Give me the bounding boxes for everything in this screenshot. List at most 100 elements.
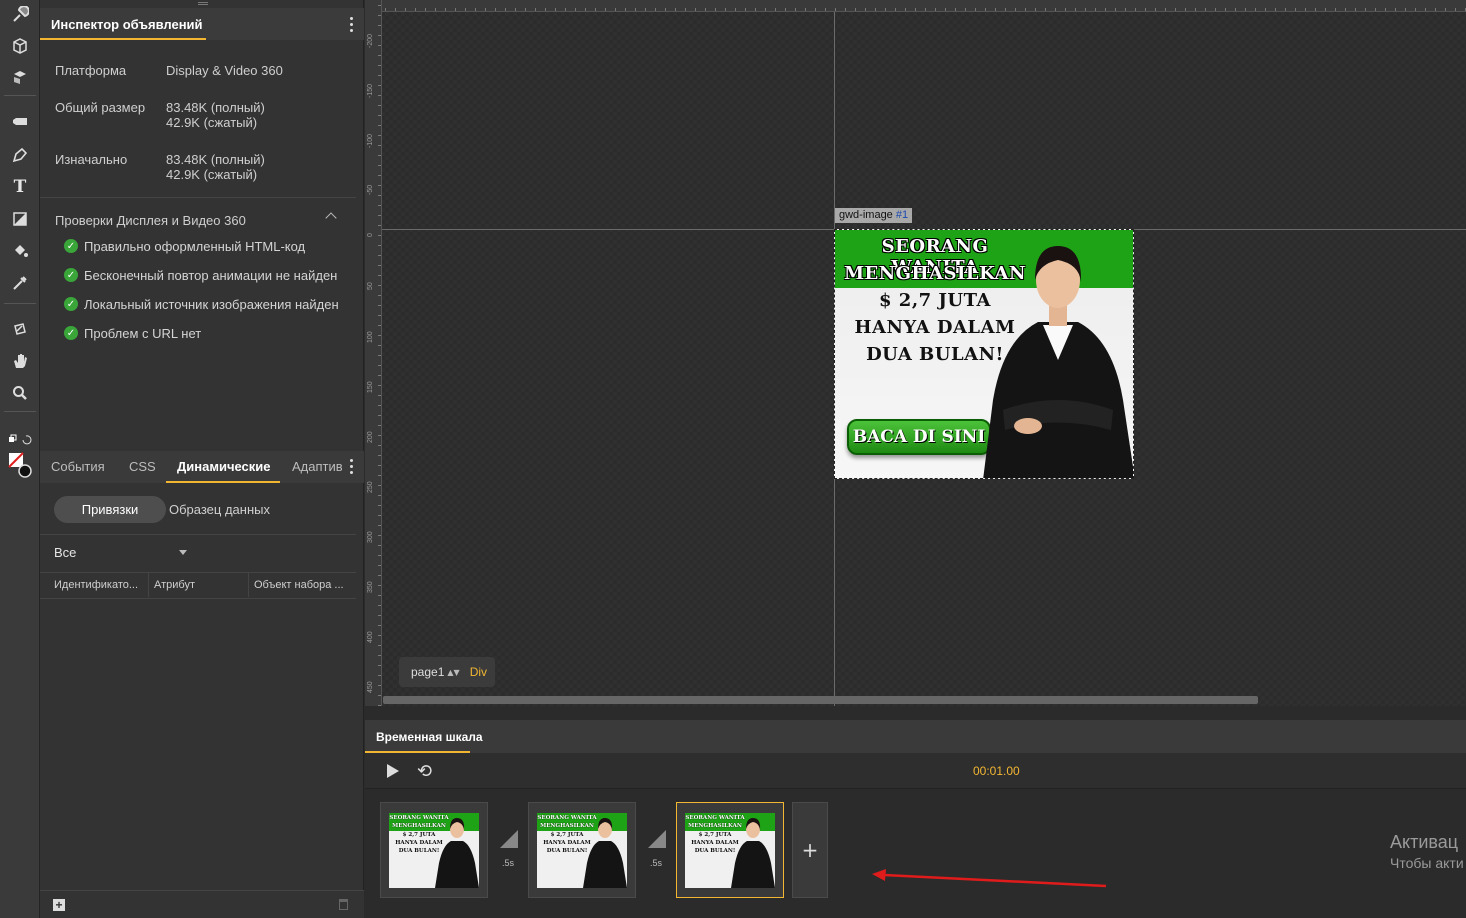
column-header-id[interactable]: Идентификато... — [54, 579, 138, 591]
brush-tool-icon[interactable] — [6, 2, 34, 28]
check-circle-icon: ✓ — [64, 239, 78, 253]
shape-tool-icon[interactable] — [6, 206, 34, 232]
keyframe-thumbnail-selected[interactable]: SEORANG WANITA MENGHASILKAN $ 2,7 JUTA H… — [676, 802, 784, 898]
transition-duration[interactable]: .5s — [650, 858, 662, 868]
keyframe-thumbnail[interactable]: SEORANG WANITA MENGHASILKAN $ 2,7 JUTA H… — [528, 802, 636, 898]
keyframe-thumbnail[interactable]: SEORANG WANITA MENGHASILKAN $ 2,7 JUTA H… — [380, 802, 488, 898]
check-circle-icon: ✓ — [64, 268, 78, 282]
chevron-up-icon[interactable] — [325, 212, 337, 224]
3d-object-icon[interactable] — [6, 33, 34, 59]
inspector-panel: Инспектор объявлений Платформа Display &… — [40, 0, 364, 918]
trash-icon[interactable] — [339, 899, 348, 910]
checks-section-title[interactable]: Проверки Дисплея и Видео 360 — [55, 213, 246, 228]
ruler-tick-label: 0 — [367, 233, 374, 237]
hand-tool-icon[interactable] — [6, 348, 34, 374]
timeline-frames: SEORANG WANITA MENGHASILKAN $ 2,7 JUTA H… — [365, 790, 1466, 918]
element-breadcrumb[interactable]: Div — [470, 665, 487, 679]
tab-dynamic[interactable]: Динамические — [177, 459, 271, 474]
fill-tool-icon[interactable] — [6, 238, 34, 264]
tools-toolbar: T — [0, 0, 40, 918]
platform-value: Display & Video 360 — [166, 63, 283, 78]
thumb-woman — [731, 818, 775, 888]
check-item-label: Проблем с URL нет — [84, 325, 202, 341]
ruler-tick-label: 200 — [367, 431, 374, 443]
initial-size-label: Изначально — [55, 152, 128, 167]
check-item: ✓ Бесконечный повтор анимации не найден — [64, 266, 337, 284]
ruler-vertical[interactable]: -200 -150 -100 -50 0 50 100 150 200 250 … — [365, 0, 382, 706]
check-item: ✓ Правильно оформленный HTML-код — [64, 237, 305, 255]
page-name: page1 — [411, 665, 445, 679]
ruler-tick-label: 150 — [367, 381, 374, 393]
design-stage[interactable]: -200 -150 -100 -50 0 50 100 150 200 250 … — [365, 0, 1466, 706]
active-tab-underline — [40, 38, 206, 40]
eyedropper-icon[interactable] — [6, 270, 34, 296]
properties-tabs: События CSS Динамические Адаптив — [40, 451, 364, 483]
inspector-title[interactable]: Инспектор объявлений — [51, 17, 203, 32]
ruler-tick-label: 300 — [367, 531, 374, 543]
element-tag-num: #1 — [895, 209, 909, 221]
section-divider — [40, 197, 356, 198]
transition-duration[interactable]: .5s — [502, 858, 514, 868]
text-tool-icon[interactable]: T — [6, 174, 34, 200]
total-size-label: Общий размер — [55, 100, 146, 115]
tab-timeline[interactable]: Временная шкала — [376, 730, 483, 744]
platform-label: Платформа — [55, 63, 127, 78]
frame-preview: SEORANG WANITA MENGHASILKAN $ 2,7 JUTA H… — [537, 813, 627, 888]
ruler-tick-label: 250 — [367, 481, 374, 493]
inspector-menu-icon[interactable] — [350, 17, 354, 33]
tab-responsive[interactable]: Адаптив — [292, 459, 342, 474]
zoom-icon[interactable] — [6, 380, 34, 406]
drag-handle[interactable] — [198, 2, 208, 5]
bindings-toggle[interactable]: Привязки — [54, 496, 166, 523]
check-circle-icon: ✓ — [64, 297, 78, 311]
swap-colors-icon[interactable] — [6, 426, 34, 452]
ruler-tick-label: 50 — [367, 282, 374, 290]
total-size-compressed: 42.9K (сжатый) — [166, 115, 258, 130]
tabs-menu-icon[interactable] — [350, 459, 354, 475]
panel-bottom-bar: + — [40, 890, 364, 918]
element-tag-name: gwd-image — [839, 209, 893, 221]
check-item-label: Бесконечный повтор анимации не найден — [84, 267, 338, 283]
3d-translate-icon[interactable] — [6, 316, 34, 342]
column-header-attribute[interactable]: Атрибут — [154, 579, 195, 591]
ruler-tick-label: 350 — [367, 581, 374, 593]
check-item: ✓ Проблем с URL нет — [64, 324, 201, 342]
ruler-tick-label: 450 — [367, 681, 374, 693]
app-window: T Инспектор объявлений Платформа Display… — [0, 0, 1466, 918]
chevron-down-icon[interactable] — [179, 550, 187, 555]
element-tag: gwd-image #1 — [835, 208, 913, 223]
check-item-label: Локальный источник изображения найден — [84, 296, 339, 312]
initial-size-full: 83.48K (полный) — [166, 152, 265, 167]
page-selector[interactable]: page1 ▲▼ Div — [399, 657, 495, 687]
play-icon[interactable] — [387, 764, 399, 778]
column-separator — [248, 573, 249, 597]
activation-watermark-title: Активац — [1390, 832, 1459, 852]
column-header-dataset[interactable]: Объект набора ... — [254, 579, 344, 591]
transition-icon[interactable] — [646, 828, 668, 850]
stage-scrollbar[interactable] — [383, 696, 1258, 704]
tag-tool-icon[interactable] — [6, 109, 34, 135]
add-icon[interactable]: + — [53, 899, 65, 911]
timeline-controls: ⟲ 00:01.00 — [365, 753, 1466, 789]
current-time: 00:01.00 — [973, 764, 1020, 778]
active-tab-underline — [166, 481, 280, 483]
sample-data-toggle[interactable]: Образец данных — [169, 502, 270, 517]
color-swatch-icon[interactable] — [6, 452, 34, 478]
ruler-horizontal[interactable] — [365, 0, 1466, 12]
tab-css[interactable]: CSS — [129, 459, 156, 474]
section-divider — [40, 572, 356, 573]
add-frame-button[interactable]: + — [792, 802, 828, 898]
transition-icon[interactable] — [498, 828, 520, 850]
tab-events[interactable]: События — [51, 459, 105, 474]
thumb-woman — [583, 818, 627, 888]
gwd-image-banner[interactable]: SEORANG WANITA MENGHASILKAN $ 2,7 JUTA H… — [834, 229, 1134, 479]
3d-rotate-icon[interactable] — [6, 64, 34, 90]
check-circle-icon: ✓ — [64, 326, 78, 340]
thumb-woman — [435, 818, 479, 888]
activation-watermark-text: Чтобы акти — [1390, 855, 1464, 871]
ruler-tick-label: -50 — [367, 184, 374, 195]
pen-tool-icon[interactable] — [6, 142, 34, 168]
filter-select[interactable]: Все — [54, 545, 76, 560]
loop-icon[interactable]: ⟲ — [417, 761, 432, 782]
ruler-tick-label: 400 — [367, 631, 374, 643]
